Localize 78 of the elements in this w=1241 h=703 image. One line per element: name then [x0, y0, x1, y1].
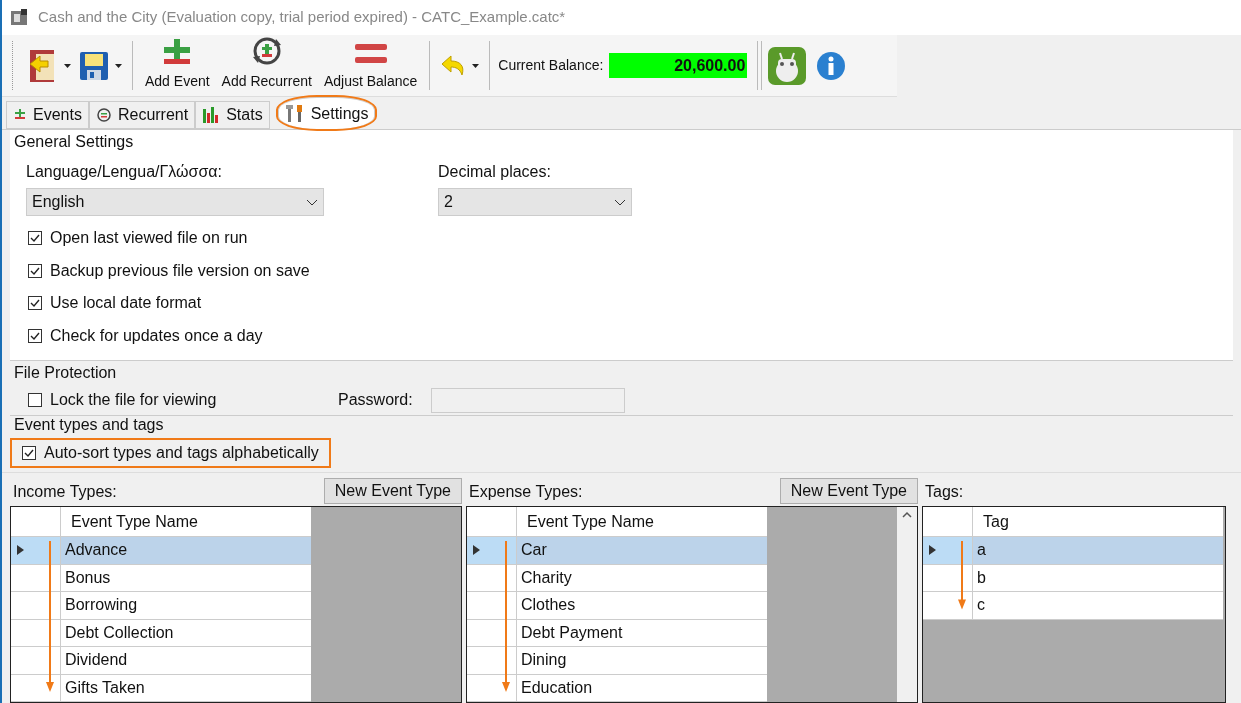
- caret-icon: [472, 63, 480, 68]
- grid-row[interactable]: Car: [467, 537, 767, 565]
- toolbar-button[interactable]: Add Event: [139, 35, 216, 96]
- app-icon: [10, 7, 30, 28]
- grid-cell: Borrowing: [61, 592, 311, 620]
- checkbox-label: Check for updates once a day: [50, 325, 263, 346]
- row-pointer-icon: [473, 545, 480, 556]
- checkbox[interactable]: [28, 263, 42, 278]
- balance-value: 20,600.00: [609, 53, 748, 78]
- row-pointer-icon: [929, 545, 936, 556]
- new-event-type-button[interactable]: New Event Type: [323, 478, 462, 504]
- grid-row[interactable]: a: [923, 537, 1223, 565]
- grid-row[interactable]: c: [923, 592, 1223, 620]
- caret-icon: [115, 63, 122, 68]
- checkbox-label: Open last viewed file on run: [50, 228, 248, 249]
- language-dropdown[interactable]: English: [26, 188, 324, 216]
- grid-cell: Car: [517, 537, 767, 565]
- grid-row[interactable]: Education: [467, 674, 767, 702]
- grid-cell: Gifts Taken: [61, 674, 311, 702]
- balance-label: Current Balance:: [498, 56, 604, 75]
- grid-row[interactable]: Dividend: [11, 647, 311, 675]
- checkbox[interactable]: [28, 393, 42, 407]
- grid-row[interactable]: Borrowing: [11, 592, 311, 620]
- checkbox-label: Lock the file for viewing: [50, 390, 218, 410]
- tab[interactable]: Settings: [277, 97, 376, 129]
- tools-icon: [284, 103, 305, 124]
- tab[interactable]: Stats: [195, 101, 270, 129]
- grid-cell: Dining: [517, 647, 767, 675]
- window-title: Cash and the City (Evaluation copy, trial period expired) - CATC_Example.catc*: [38, 7, 566, 28]
- plus-minus-icon: [13, 109, 27, 121]
- chevron-down-icon: [614, 198, 626, 206]
- grid-row[interactable]: Bonus: [11, 564, 311, 592]
- grid-label: Expense Types:: [468, 482, 583, 502]
- section-title: File Protection: [13, 363, 118, 383]
- chevron-down-icon: [306, 198, 318, 206]
- info-icon[interactable]: [816, 50, 847, 81]
- scroll-up-icon: [902, 511, 912, 518]
- grid-row[interactable]: Debt Collection: [11, 619, 311, 647]
- grid-row[interactable]: Dining: [467, 647, 767, 675]
- tab[interactable]: Recurrent: [88, 101, 196, 129]
- grid-row[interactable]: b: [923, 564, 1223, 592]
- sort-arrow: [957, 541, 967, 610]
- grid-label: Income Types:: [12, 482, 117, 502]
- toolbar-button[interactable]: Add Recurrent: [215, 35, 318, 96]
- checkbox[interactable]: [28, 231, 42, 246]
- decimal-dropdown[interactable]: 2: [438, 188, 632, 216]
- checkbox[interactable]: [28, 328, 42, 343]
- robot-icon[interactable]: [768, 46, 807, 85]
- row-pointer-icon: [17, 545, 24, 556]
- field-label: Password:: [338, 390, 414, 410]
- checkbox[interactable]: [22, 446, 36, 460]
- checkbox-label: Backup previous file version on save: [50, 260, 310, 281]
- cycle-icon: [95, 107, 112, 123]
- checkbox[interactable]: [28, 296, 42, 311]
- bar-chart-icon: [202, 107, 221, 123]
- grid-cell: Dividend: [61, 647, 311, 675]
- auto-sort-option[interactable]: Auto-sort types and tags alphabetically: [10, 438, 331, 468]
- grid-row[interactable]: Charity: [467, 564, 767, 592]
- grid-row[interactable]: Gifts Taken: [11, 674, 311, 702]
- scrollbar[interactable]: [897, 507, 917, 702]
- grid-row[interactable]: Debt Payment: [467, 619, 767, 647]
- grid-row[interactable]: Advance: [11, 537, 311, 565]
- tab[interactable]: Events: [6, 101, 89, 129]
- grid-cell: a: [973, 537, 1223, 565]
- section-title: General Settings: [13, 132, 135, 152]
- section-title: Event types and tags: [13, 416, 165, 434]
- field-label: Language/Lengua/Γλώσσα:: [26, 162, 223, 182]
- grid-cell: Clothes: [517, 592, 767, 620]
- field-label: Decimal places:: [438, 162, 552, 182]
- toolbar-button[interactable]: Adjust Balance: [317, 35, 424, 96]
- grid-cell: c: [973, 592, 1223, 620]
- caret-icon: [64, 63, 71, 68]
- grid-row[interactable]: Clothes: [467, 592, 767, 620]
- grid-cell: Education: [517, 674, 767, 702]
- grid-label: Tags:: [924, 482, 964, 502]
- grid-cell: Advance: [61, 537, 311, 565]
- checkbox-label: Use local date format: [50, 293, 202, 314]
- new-event-type-button[interactable]: New Event Type: [779, 478, 918, 504]
